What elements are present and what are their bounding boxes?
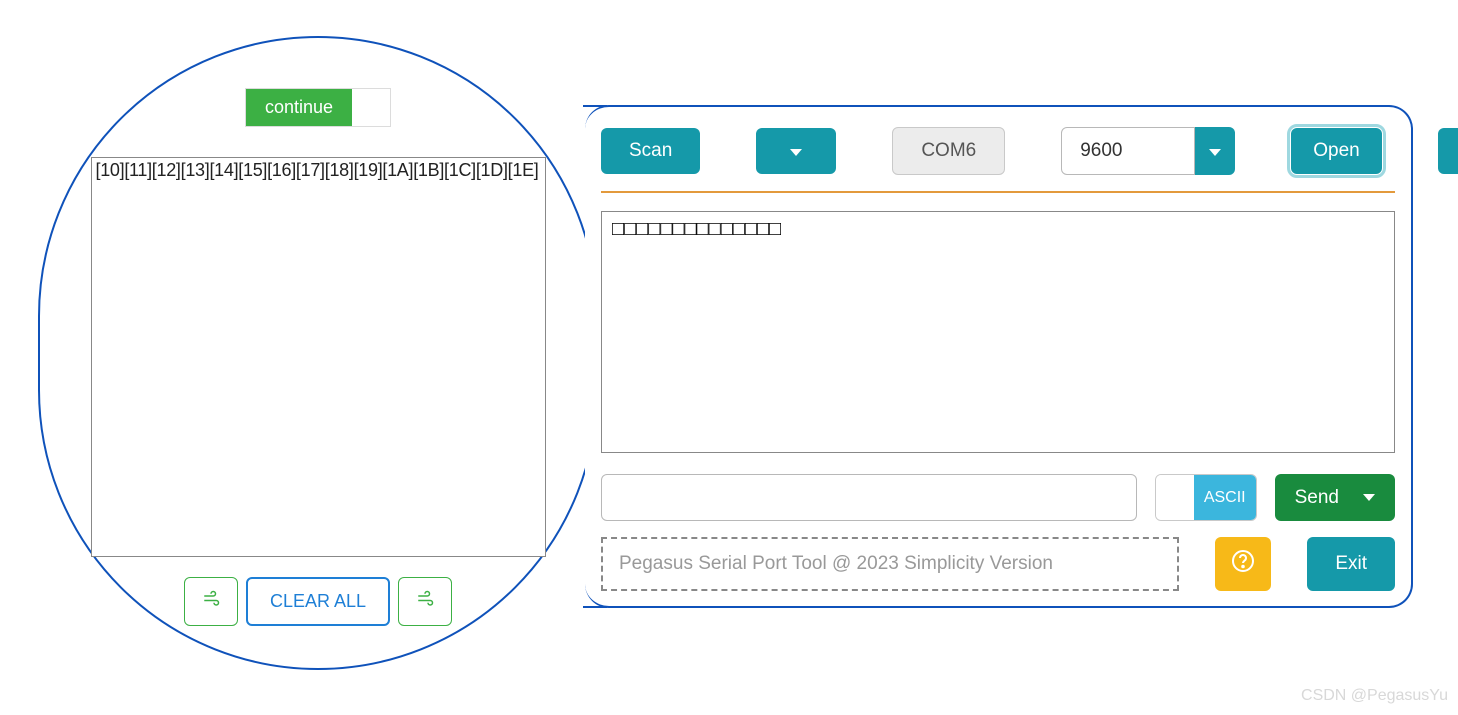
question-icon (1231, 549, 1255, 579)
footer-text: Pegasus Serial Port Tool @ 2023 Simplici… (601, 537, 1179, 591)
receive-textarea[interactable]: □□□□□□□□□□□□□□ (601, 211, 1395, 453)
chevron-down-icon (1209, 149, 1221, 156)
footer-row: Pegasus Serial Port Tool @ 2023 Simplici… (601, 537, 1395, 591)
wind-icon (201, 590, 221, 613)
topbar: Scan COM6 Open Close (601, 127, 1395, 193)
scan-button[interactable]: Scan (601, 128, 700, 174)
baud-group (1061, 127, 1235, 175)
mode-toggle[interactable]: ASCII (1155, 474, 1257, 521)
right-panel: Scan COM6 Open Close □□□□□□□□□□□□□□ ASCI… (585, 105, 1413, 608)
baud-input[interactable] (1061, 127, 1195, 175)
wind-icon (415, 590, 435, 613)
send-row: ASCII Send (601, 474, 1395, 521)
continue-button[interactable]: continue (246, 89, 352, 126)
open-button[interactable]: Open (1291, 128, 1381, 174)
chevron-down-icon (790, 149, 802, 156)
clear-all-button[interactable]: CLEAR ALL (246, 577, 390, 626)
chevron-down-icon (1363, 494, 1375, 501)
left-panel: continue [10][11][12][13][14][15][16][17… (38, 36, 598, 670)
port-dropdown-button[interactable] (756, 128, 836, 174)
send-input[interactable] (601, 474, 1137, 521)
watermark: CSDN @PegasusYu (1301, 687, 1448, 705)
send-button[interactable]: Send (1275, 474, 1395, 521)
wind-icon-button-right[interactable] (398, 577, 452, 626)
exit-button[interactable]: Exit (1307, 537, 1395, 591)
wind-icon-button-left[interactable] (184, 577, 238, 626)
continue-gap (352, 89, 390, 126)
send-button-label: Send (1295, 487, 1339, 509)
left-button-row: CLEAR ALL (184, 577, 452, 626)
close-button[interactable]: Close (1438, 128, 1458, 174)
port-value: COM6 (892, 127, 1005, 175)
continue-button-group: continue (245, 88, 391, 127)
baud-dropdown-button[interactable] (1195, 127, 1235, 175)
left-hex-output[interactable]: [10][11][12][13][14][15][16][17][18][19]… (91, 157, 546, 557)
mode-blank (1156, 475, 1194, 520)
mode-label: ASCII (1194, 475, 1256, 520)
help-button[interactable] (1215, 537, 1271, 591)
